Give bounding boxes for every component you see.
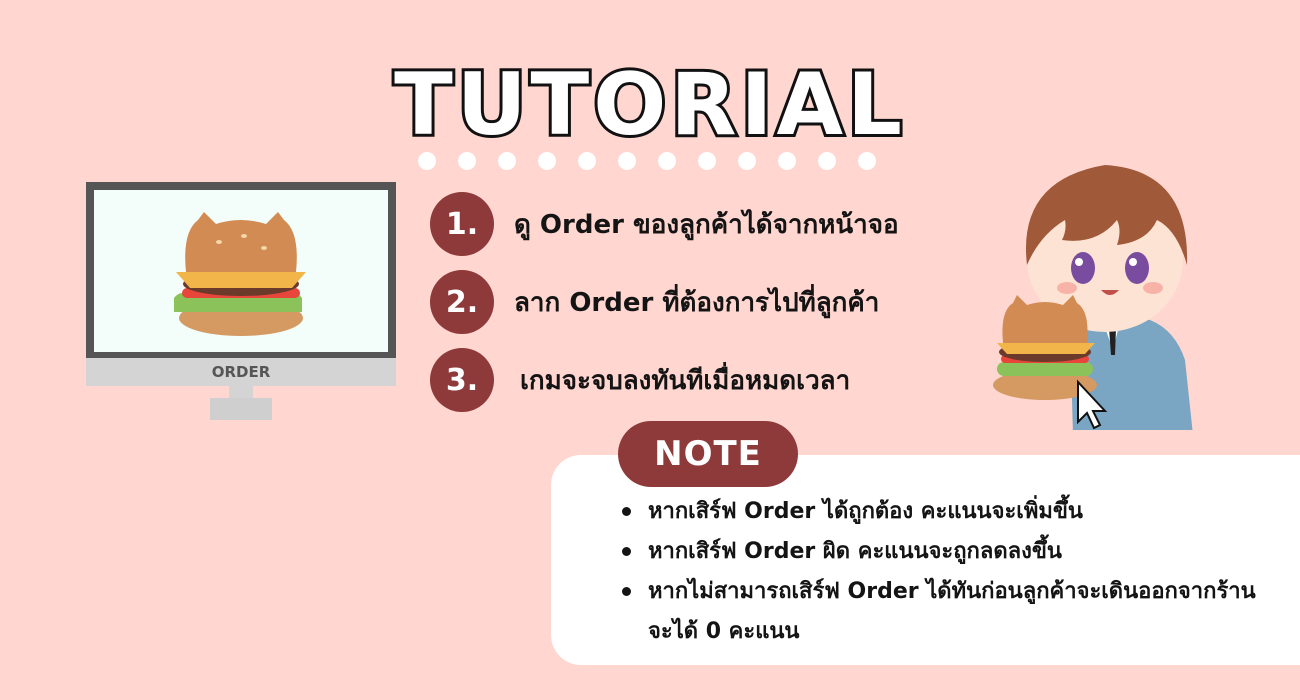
character-illustration: [993, 165, 1193, 430]
note-list: หากเสิร์ฟ Order ได้ถูกต้อง คะแนนจะเพิ่มข…: [622, 492, 1262, 652]
note-item: หากเสิร์ฟ Order ได้ถูกต้อง คะแนนจะเพิ่มข…: [622, 492, 1262, 532]
order-monitor: ORDER: [86, 182, 396, 422]
title-dots-divider: [418, 152, 876, 170]
step-number-badge: 2.: [430, 270, 494, 334]
monitor-label: ORDER: [86, 358, 396, 386]
step-1: 1. ดู Order ของลูกค้าได้จากหน้าจอ: [430, 192, 899, 256]
step-3: 3. เกมจะจบลงทันทีเมื่อหมดเวลา: [430, 348, 850, 412]
monitor-screen: [94, 190, 388, 352]
note-item: หากเสิร์ฟ Order ผิด คะแนนจะถูกลดลงขึ้น: [622, 532, 1262, 572]
step-number-badge: 1.: [430, 192, 494, 256]
monitor-screen-frame: [86, 182, 396, 358]
monitor-neck: [229, 386, 253, 398]
step-2: 2. ลาก Order ที่ต้องการไปที่ลูกค้า: [430, 270, 879, 334]
step-number-badge: 3.: [430, 348, 494, 412]
note-badge: NOTE: [618, 421, 798, 487]
step-text: ลาก Order ที่ต้องการไปที่ลูกค้า: [514, 287, 880, 318]
step-text: ดู Order ของลูกค้าได้จากหน้าจอ: [514, 209, 899, 240]
step-text: เกมจะจบลงทันทีเมื่อหมดเวลา: [520, 365, 851, 396]
burger-icon: [174, 212, 306, 336]
note-item: หากไม่สามารถเสิร์ฟ Order ได้ทันก่อนลูกค้…: [622, 572, 1262, 652]
monitor-stand: [210, 398, 272, 420]
